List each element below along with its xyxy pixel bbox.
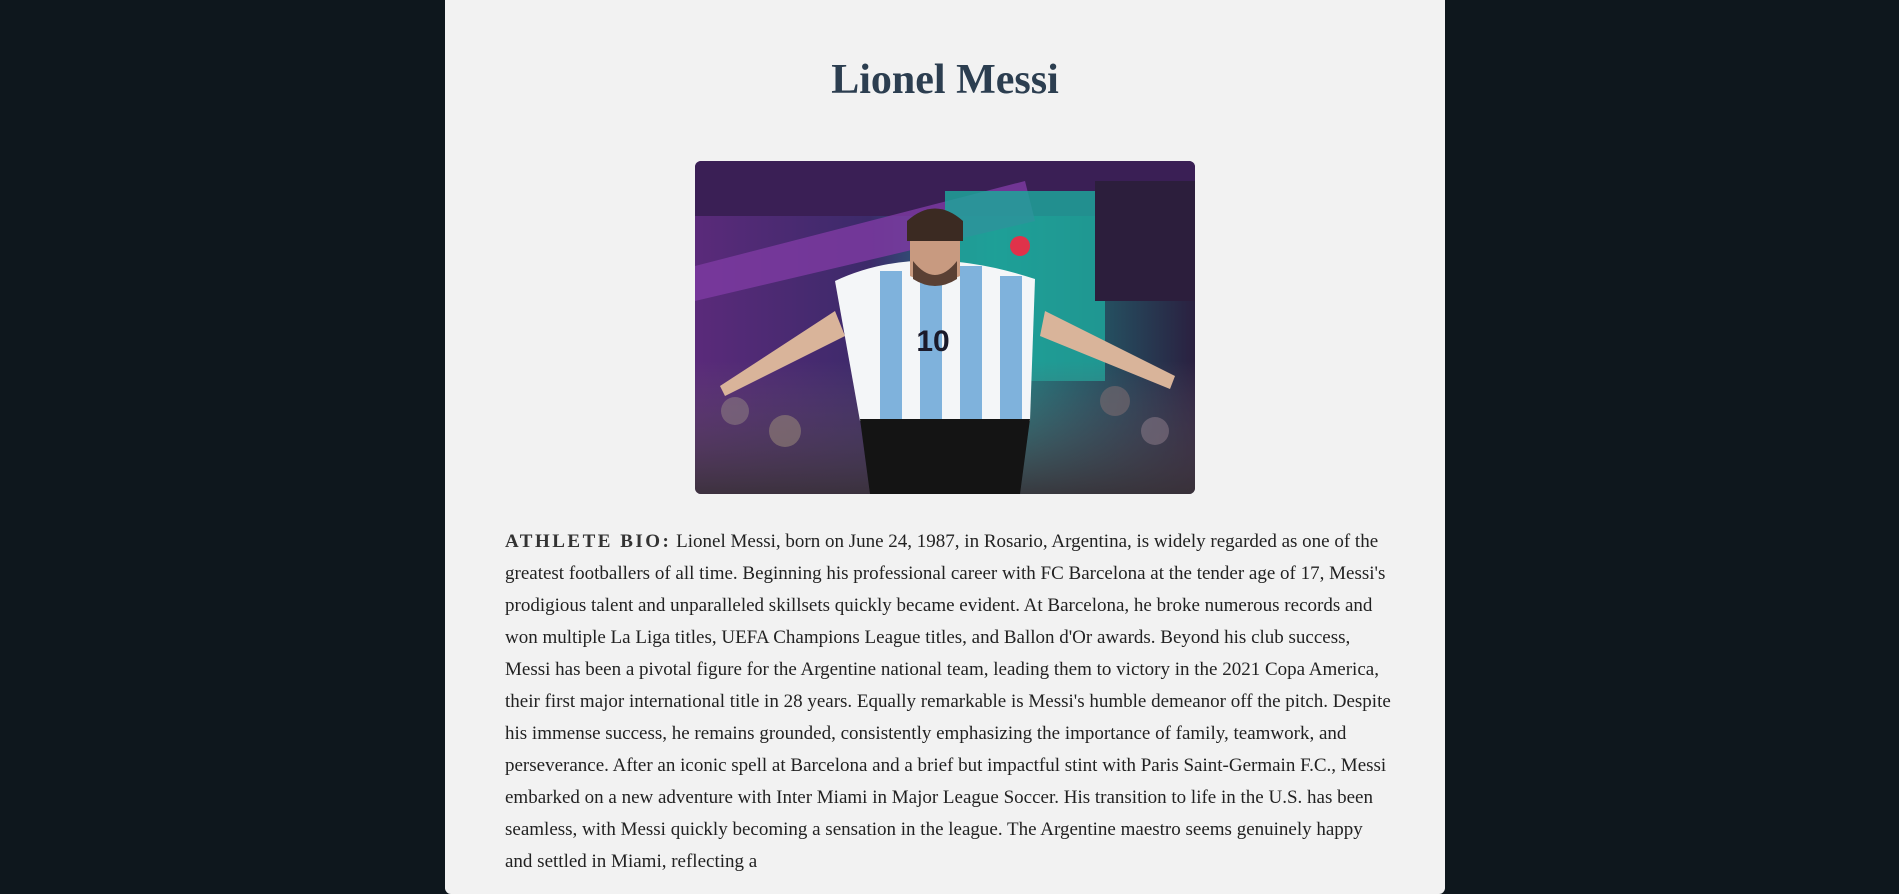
athlete-bio: ATHLETE BIO: Lionel Messi, born on June …	[505, 526, 1391, 878]
bio-text: Lionel Messi, born on June 24, 1987, in …	[505, 531, 1391, 872]
page-title: Lionel Messi	[831, 57, 1059, 103]
bio-label: ATHLETE BIO:	[505, 531, 672, 552]
jersey-number: 10	[916, 325, 949, 358]
athlete-photo: 10	[695, 161, 1195, 494]
bio-card: Lionel Messi 10 ATHLETE BIO: Lionel Mess…	[445, 0, 1445, 894]
